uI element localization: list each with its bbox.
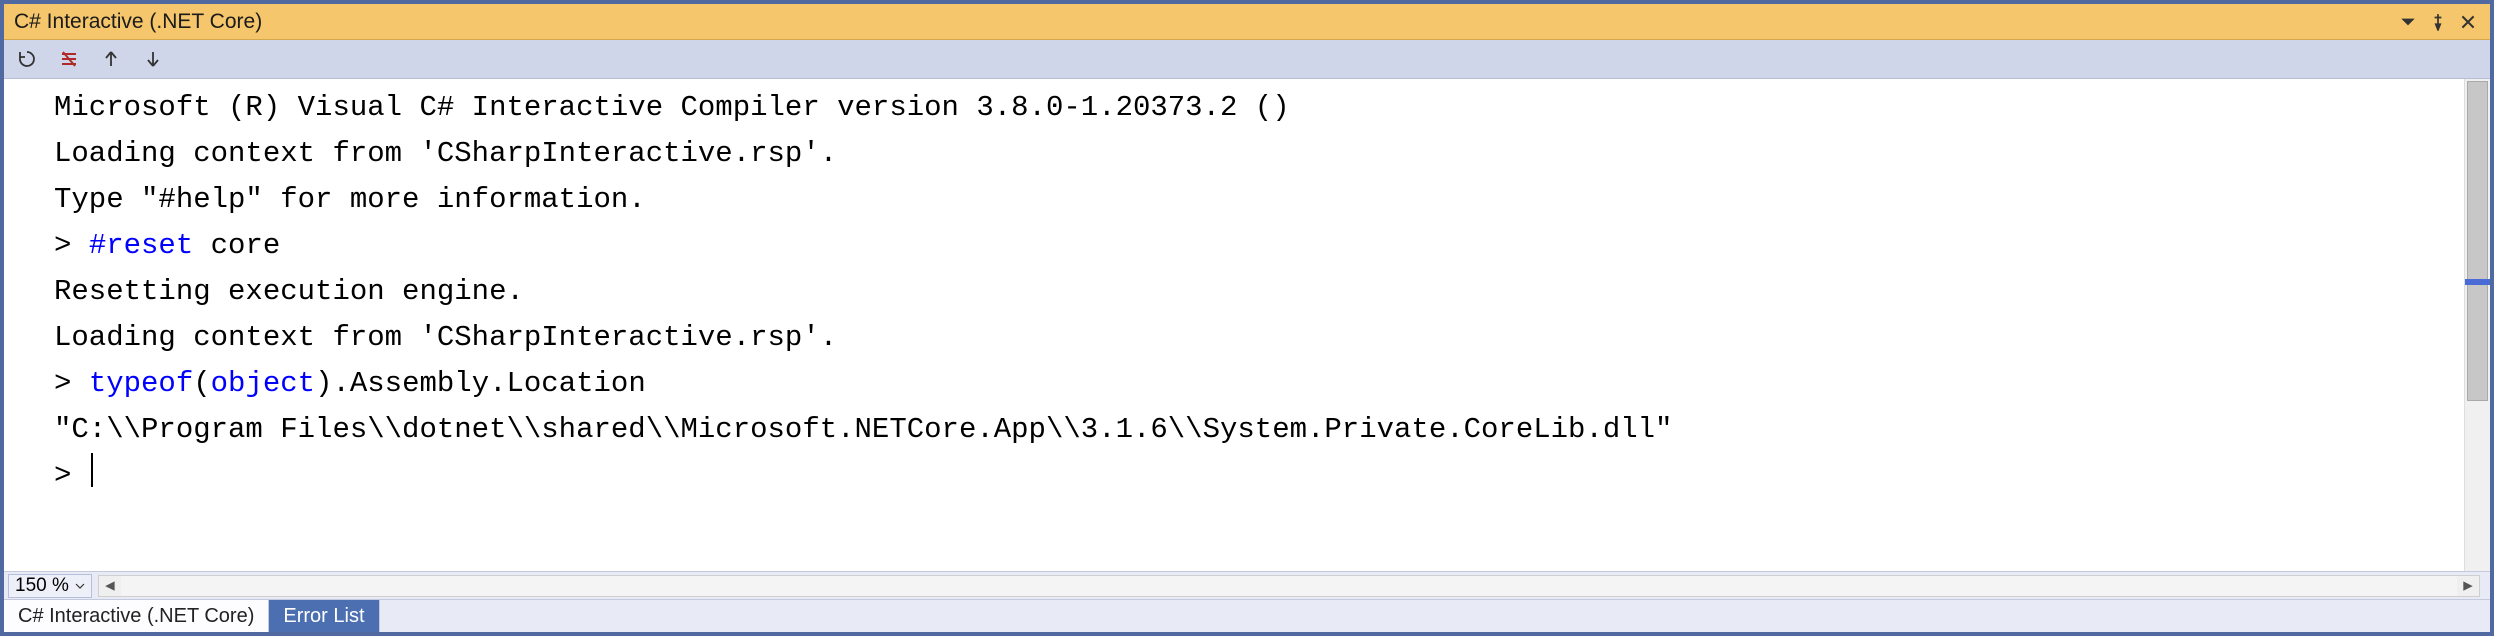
history-prev-button[interactable] [98, 46, 124, 72]
horizontal-scrollbar[interactable]: ◂ ▸ [98, 575, 2480, 597]
scrollbar-thumb[interactable] [2467, 81, 2488, 401]
zoom-value: 150 % [15, 575, 69, 597]
scrollbar-caret-mark [2465, 279, 2490, 285]
console-input-line: > [54, 453, 2464, 499]
scroll-right-icon[interactable]: ▸ [2457, 576, 2479, 596]
scroll-left-icon[interactable]: ◂ [99, 576, 121, 596]
scrollbar-track[interactable] [121, 576, 2457, 596]
close-button[interactable] [2454, 8, 2482, 36]
status-bar: 150 % ◂ ▸ [4, 571, 2490, 599]
editor-area: Microsoft (R) Visual C# Interactive Comp… [4, 79, 2490, 571]
console-output[interactable]: Microsoft (R) Visual C# Interactive Comp… [54, 79, 2464, 571]
window-options-button[interactable] [2394, 8, 2422, 36]
bottom-tabs: C# Interactive (.NET Core) Error List [4, 599, 2490, 632]
console-output-line: Type "#help" for more information. [54, 177, 2464, 223]
text-caret [91, 453, 93, 487]
clear-button[interactable] [56, 46, 82, 72]
zoom-dropdown[interactable]: 150 % [8, 574, 92, 598]
vertical-scrollbar[interactable] [2464, 79, 2490, 571]
console-input-line: > typeof(object).Assembly.Location [54, 361, 2464, 407]
history-next-button[interactable] [140, 46, 166, 72]
console-output-line: Loading context from 'CSharpInteractive.… [54, 131, 2464, 177]
console-output-line: Loading context from 'CSharpInteractive.… [54, 315, 2464, 361]
gutter [4, 79, 54, 571]
console-input-line: > #reset core [54, 223, 2464, 269]
tab-error-list[interactable]: Error List [269, 600, 379, 632]
console-output-line: Resetting execution engine. [54, 269, 2464, 315]
window-title: C# Interactive (.NET Core) [14, 10, 2392, 34]
console-output-line: Microsoft (R) Visual C# Interactive Comp… [54, 85, 2464, 131]
tab-csharp-interactive[interactable]: C# Interactive (.NET Core) [4, 600, 269, 632]
chevron-down-icon [75, 581, 85, 591]
console-output-line: "C:\\Program Files\\dotnet\\shared\\Micr… [54, 407, 2464, 453]
toolbar [4, 40, 2490, 79]
tab-label: Error List [283, 605, 364, 628]
reset-button[interactable] [14, 46, 40, 72]
title-bar: C# Interactive (.NET Core) [4, 4, 2490, 40]
pin-button[interactable] [2424, 8, 2452, 36]
tab-label: C# Interactive (.NET Core) [18, 605, 254, 628]
